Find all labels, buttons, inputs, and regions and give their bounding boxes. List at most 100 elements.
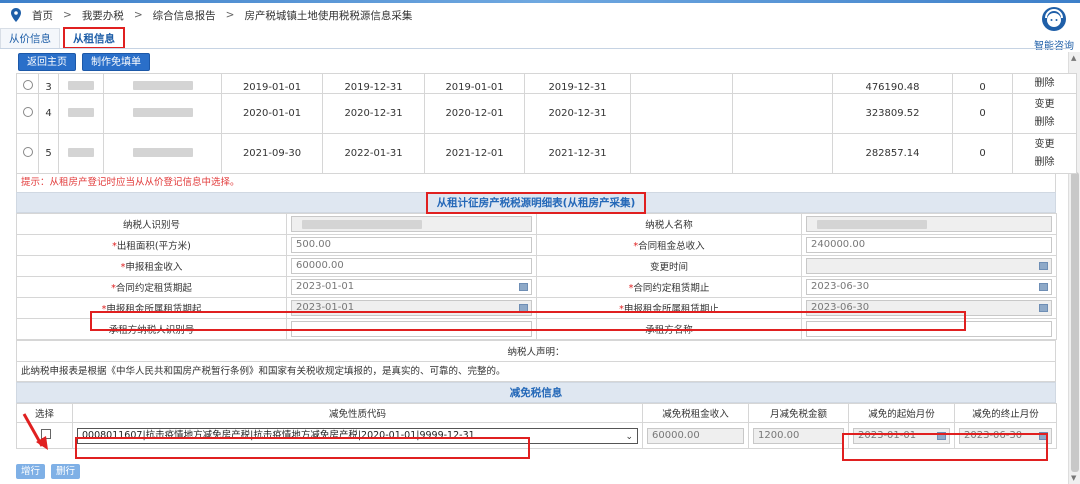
delete-link[interactable]: 删除 <box>1013 154 1076 172</box>
total-income-input[interactable]: 240000.00 <box>806 237 1052 253</box>
change-time-label: 变更时间 <box>536 255 802 277</box>
date-cell: 2019-01-01 <box>221 73 323 94</box>
row-number: 4 <box>38 93 59 134</box>
declaration-row: 纳税人声明： <box>16 340 1056 362</box>
period-end-input[interactable]: 2023-06-30 <box>806 300 1052 316</box>
declared-income-input[interactable]: 60000.00 <box>291 258 532 274</box>
date-cell: 2020-01-01 <box>221 93 323 134</box>
add-row-button[interactable]: 增行 <box>16 464 46 479</box>
calendar-icon[interactable] <box>937 431 946 440</box>
tab-bar: 从价信息 从租信息 <box>0 27 128 49</box>
change-link[interactable]: 变更 <box>1013 136 1076 154</box>
empty-cell <box>630 73 733 94</box>
change-link[interactable]: 变更 <box>1013 96 1076 114</box>
calendar-icon <box>1039 262 1048 270</box>
declaration-statement: 此纳税申报表是根据《中华人民共和国房产税暂行条例》和国家有关税收规定填报的，是真… <box>16 362 1056 382</box>
date-cell: 2021-09-30 <box>221 133 323 174</box>
tab-ad-valorem[interactable]: 从价信息 <box>0 28 60 48</box>
exempt-start-value: 2023-01-01 <box>858 429 917 441</box>
scroll-down-icon[interactable]: ▼ <box>1071 474 1076 482</box>
delete-row-button[interactable]: 删行 <box>51 464 81 479</box>
table-row[interactable]: 4 2020-01-01 2020-12-31 2020-12-01 2020-… <box>16 93 1077 134</box>
calendar-icon[interactable] <box>1039 283 1048 291</box>
lessee-id-label: 承租方纳税人识别号 <box>16 318 287 340</box>
calendar-icon[interactable] <box>1039 431 1048 440</box>
breadcrumb-tax[interactable]: 我要办税 <box>82 8 124 23</box>
redacted-value <box>132 107 193 117</box>
breadcrumb-separator: > <box>225 9 235 21</box>
change-time-input <box>806 258 1052 274</box>
breadcrumb: 首页 > 我要办税 > 综合信息报告 > 房产税城镇土地使用税税源信息采集 <box>0 3 1010 27</box>
section-header-exemption: 减免税信息 <box>16 382 1056 403</box>
redacted-value <box>68 107 94 117</box>
location-pin-icon <box>11 8 21 22</box>
breadcrumb-home[interactable]: 首页 <box>32 8 53 23</box>
contract-end-input[interactable]: 2023-06-30 <box>806 279 1052 295</box>
exempt-end-input[interactable]: 2023-06-30 <box>959 427 1052 444</box>
detail-form: 纳税人识别号 纳税人名称 *出租面积(平方米) 500.00 *合同租金总收入 … <box>16 213 1057 340</box>
contract-end-value: 2023-06-30 <box>811 281 870 292</box>
exempt-end-value: 2023-06-30 <box>964 429 1023 441</box>
redacted-value <box>68 147 94 157</box>
exemption-code-value: 0008011607|抗击疫情地方减免房产税|抗击疫情地方减免房产税|2020-… <box>82 429 475 441</box>
row-radio[interactable] <box>22 107 33 117</box>
row-radio[interactable] <box>22 80 33 90</box>
empty-cell <box>630 133 733 174</box>
exemption-table: 选择 减免性质代码 减免税租金收入 月减免税金额 减免的起始月份 减免的终止月份… <box>16 403 1057 449</box>
redacted-value <box>68 81 94 90</box>
date-cell: 2021-12-01 <box>424 133 525 174</box>
period-start-input[interactable]: 2023-01-01 <box>291 300 532 316</box>
period-start-value: 2023-01-01 <box>296 302 355 313</box>
empty-cell <box>732 73 833 94</box>
main-content: 3 2019-01-01 2019-12-31 2019-01-01 2019-… <box>16 73 1077 449</box>
lessee-id-input[interactable] <box>291 321 532 337</box>
contract-end-label: 合同约定租赁期止 <box>633 283 710 294</box>
redacted-value <box>132 81 193 90</box>
contract-start-label-cell: *合同约定租赁期起 <box>16 276 287 298</box>
date-cell: 2021-12-31 <box>524 133 631 174</box>
table-row[interactable]: 5 2021-09-30 2022-01-31 2021-12-01 2021-… <box>16 133 1077 174</box>
area-label-cell: *出租面积(平方米) <box>16 234 287 256</box>
hint-text: 提示：从租房产登记时应当从从价登记信息中选择。 <box>16 174 1056 192</box>
annotation-arrow-icon <box>22 413 48 450</box>
date-cell: 2019-12-31 <box>524 73 631 94</box>
section-title: 从租计征房产税税源明细表(从租房产采集) <box>425 192 647 214</box>
empty-cell <box>732 133 833 174</box>
exempt-start-input[interactable]: 2023-01-01 <box>853 427 950 444</box>
date-cell: 2019-01-01 <box>424 73 525 94</box>
declared-income-label: 申报租金收入 <box>125 262 183 273</box>
smart-consult-label: 智能咨询 <box>1034 41 1074 52</box>
area-input[interactable]: 500.00 <box>291 237 532 253</box>
scrollbar-thumb[interactable] <box>1071 172 1079 472</box>
lessee-name-input[interactable] <box>806 321 1052 337</box>
table-row[interactable]: 3 2019-01-01 2019-12-31 2019-01-01 2019-… <box>16 73 1077 94</box>
row-radio[interactable] <box>22 147 33 157</box>
customer-service-icon <box>1042 7 1066 31</box>
taxpayer-id-field <box>291 216 532 232</box>
period-end-label: 申报租金所属租赁期止 <box>623 304 719 315</box>
smart-consult-button[interactable]: 智能咨询 <box>1028 6 1080 52</box>
breadcrumb-separator: > <box>133 9 143 21</box>
make-form-button[interactable]: 制作免填单 <box>82 53 150 71</box>
calendar-icon[interactable] <box>519 283 528 291</box>
total-income-label: 合同租金总收入 <box>638 241 705 252</box>
exemption-code-select[interactable]: 0008011607|抗击疫情地方减免房产税|抗击疫情地方减免房产税|2020-… <box>77 427 638 444</box>
breadcrumb-separator: > <box>63 9 72 21</box>
tab-rental[interactable]: 从租信息 <box>63 27 125 49</box>
scroll-up-icon[interactable]: ▲ <box>1071 54 1076 62</box>
breadcrumb-report[interactable]: 综合信息报告 <box>153 8 216 23</box>
col-monthly: 月减免税金额 <box>748 403 849 423</box>
calendar-icon[interactable] <box>1039 304 1048 312</box>
contract-start-input[interactable]: 2023-01-01 <box>291 279 532 295</box>
period-start-label: 申报租金所属租赁期起 <box>106 304 202 315</box>
delete-link[interactable]: 删除 <box>1035 78 1055 89</box>
breadcrumb-current: 房产税城镇土地使用税税源信息采集 <box>244 9 413 22</box>
back-home-button[interactable]: 返回主页 <box>18 53 76 71</box>
period-end-value: 2023-06-30 <box>811 302 870 313</box>
contract-start-value: 2023-01-01 <box>296 281 355 292</box>
date-cell: 2019-12-31 <box>322 73 425 94</box>
col-code: 减免性质代码 <box>72 403 643 423</box>
calendar-icon[interactable] <box>519 304 528 312</box>
delete-link[interactable]: 删除 <box>1013 114 1076 132</box>
date-cell: 2022-01-31 <box>322 133 425 174</box>
